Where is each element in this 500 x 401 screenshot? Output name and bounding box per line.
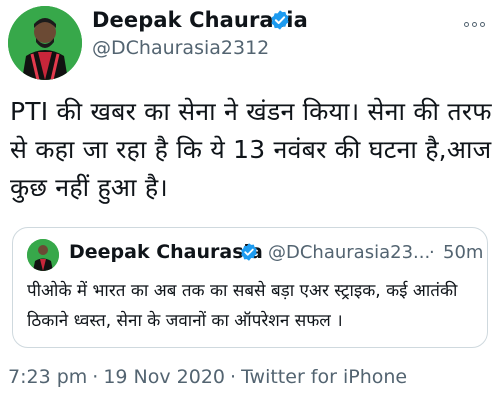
quoted-author-avatar: [27, 239, 59, 271]
more-options-icon[interactable]: [464, 12, 490, 27]
quoted-separator: ·: [429, 242, 435, 263]
quoted-verified-badge-icon: [241, 243, 257, 261]
tweet-date[interactable]: 19 Nov 2020: [103, 366, 225, 388]
tweet-time[interactable]: 7:23 pm: [8, 366, 87, 388]
quoted-timestamp: 50m: [443, 242, 484, 263]
tweet-source[interactable]: Twitter for iPhone: [241, 366, 407, 388]
quoted-tweet[interactable]: Deepak Chaurasia @DChaurasia23... · 50m …: [12, 227, 488, 348]
verified-badge-icon: [271, 10, 289, 30]
meta-separator: ·: [230, 366, 237, 388]
quoted-author-handle: @DChaurasia23...: [268, 242, 431, 263]
profile-photo-icon: [8, 6, 82, 80]
meta-separator: ·: [92, 366, 99, 388]
quoted-profile-photo-icon: [27, 239, 59, 271]
author-handle[interactable]: @DChaurasia2312: [92, 37, 269, 59]
author-avatar[interactable]: [8, 6, 82, 80]
tweet-card: Deepak Chaurasia @DChaurasia2312 PTI की …: [0, 0, 500, 401]
tweet-text: PTI की खबर का सेना ने खंडन किया। सेना की…: [10, 97, 492, 202]
tweet-metadata: 7:23 pm · 19 Nov 2020 · Twitter for iPhone: [8, 366, 407, 388]
quoted-author-name: Deepak Chaurasia: [69, 241, 263, 263]
quoted-tweet-text: पीओके में भारत का अब तक का सबसे बड़ा एअर…: [27, 281, 458, 331]
